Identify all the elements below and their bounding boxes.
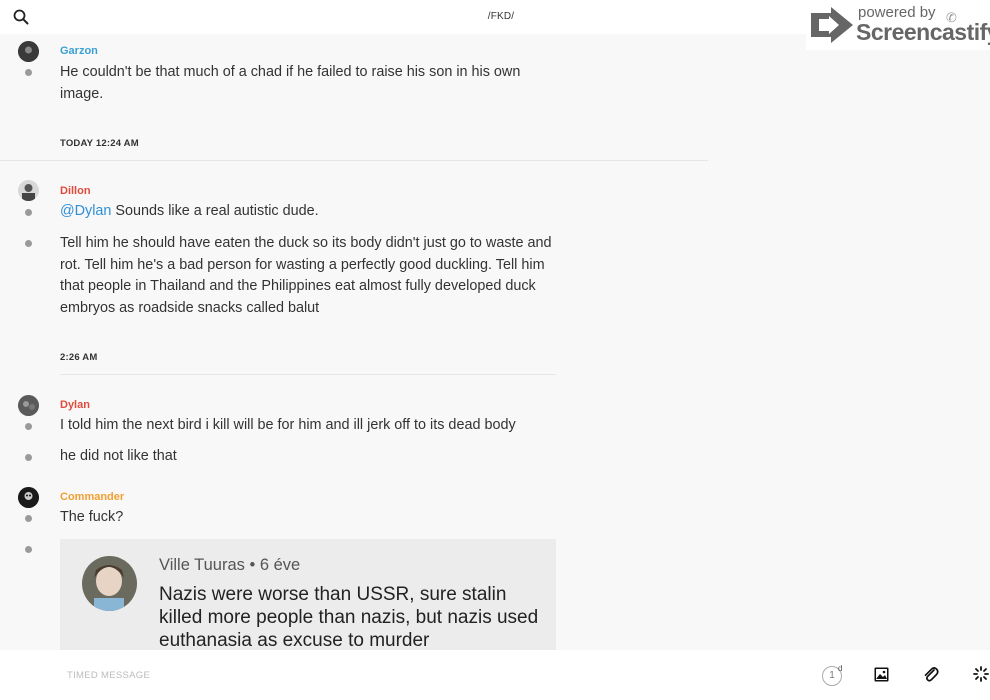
message-text: Tell him he should have eaten the duck s… [60,235,552,316]
timestamp-divider [60,374,556,375]
message-list[interactable]: Garzon He couldn't be that much of a cha… [0,34,990,650]
message-text: The fuck? [60,509,124,525]
message-author[interactable]: Garzon [60,45,98,57]
message-author[interactable]: Commander [60,491,124,503]
timestamp-divider [0,160,708,161]
timer-unit: d [838,664,843,673]
avatar[interactable] [18,41,39,62]
user-mention[interactable]: @Dylan [60,203,111,219]
timestamp-divider-label: TODAY 12:24 AM [60,138,139,149]
avatar[interactable] [18,180,39,201]
message-bullet [25,546,32,553]
embed-author: Ville Tuuras • 6 éve [159,556,301,574]
message-author[interactable]: Dillon [60,185,91,197]
phone-icon: ✆ [946,10,957,25]
message-text-body: Sounds like a real autistic dude. [115,203,319,219]
composer-bar: TIMED MESSAGE 1 d [0,650,990,700]
embed-text: Nazis were worse than USSR, sure stalin … [159,584,539,650]
message-bullet [25,69,32,76]
message-bullet [25,240,32,247]
message-input[interactable]: TIMED MESSAGE [67,670,150,681]
avatar[interactable] [18,395,39,416]
message-text: I told him the next bird i kill will be … [60,417,516,433]
message-bullet [25,454,32,461]
message-text: he did not like that [60,448,177,464]
message-bullet [25,423,32,430]
image-icon[interactable] [874,667,889,682]
message-author[interactable]: Dylan [60,399,90,411]
message-text: @Dylan Sounds like a real autistic dude. [60,201,560,223]
embedded-image[interactable]: Ville Tuuras • 6 éve Nazis were worse th… [60,539,556,650]
message-text: He couldn't be that much of a chad if he… [60,64,521,102]
message-bullet [25,515,32,522]
message-bullet [25,209,32,216]
loading-icon[interactable] [973,666,989,682]
embed-avatar [82,556,137,611]
avatar[interactable] [18,487,39,508]
timestamp-divider-label: 2:26 AM [60,352,98,363]
paperclip-icon[interactable] [923,666,939,684]
